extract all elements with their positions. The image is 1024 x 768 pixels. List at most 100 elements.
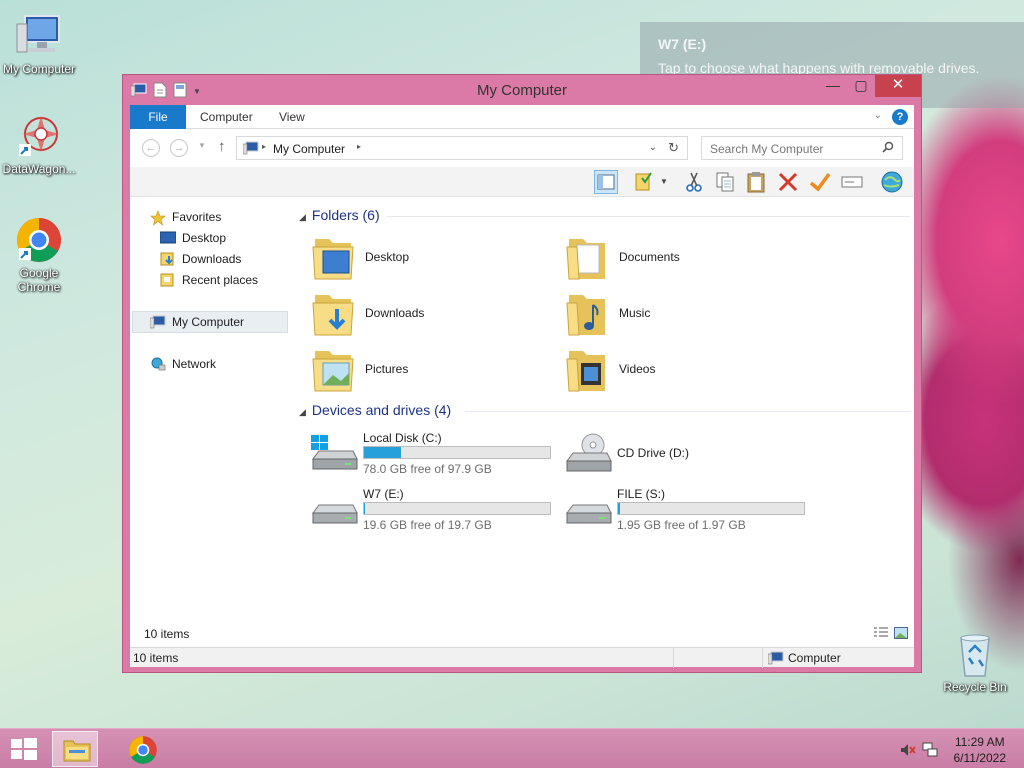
desktop-icon-label: DataWagon... [2, 162, 76, 176]
content-area: Favorites Desktop Downloads Recent place… [130, 197, 914, 647]
datawagon-icon [15, 112, 63, 160]
rename-icon[interactable] [840, 170, 864, 194]
command-toolbar: ▼ [130, 167, 914, 197]
videos-folder-icon [565, 345, 609, 395]
chrome-icon [15, 216, 63, 264]
drive-usage-bar [617, 502, 805, 515]
minimize-button[interactable]: — [819, 75, 847, 97]
item-count: 10 items [144, 627, 190, 641]
properties-dropdown-icon[interactable]: ▼ [660, 170, 684, 194]
navigation-pane: Favorites Desktop Downloads Recent place… [130, 197, 290, 617]
network-icon [150, 357, 166, 371]
tab-view[interactable]: View [279, 105, 305, 129]
desktop-icon-label: My Computer [2, 62, 76, 76]
globe-icon[interactable] [880, 170, 904, 194]
desktop-icon-label: Google Chrome [17, 266, 61, 294]
address-bar[interactable]: ▸ My Computer ▸ ⌄ ↻ [236, 136, 688, 160]
back-button[interactable]: ← [142, 139, 160, 157]
collapse-arrow-icon[interactable]: ◢ [299, 407, 306, 417]
paste-icon[interactable] [744, 170, 768, 194]
recent-places-icon [160, 273, 176, 287]
desktop-icon-label: Recycle Bin [943, 680, 1007, 694]
desktop-folder-icon [311, 233, 355, 283]
help-icon[interactable]: ? [892, 109, 908, 125]
properties-icon[interactable] [633, 170, 657, 194]
maximize-button[interactable]: ▢ [847, 75, 875, 97]
folder-downloads[interactable]: Downloads [311, 289, 551, 339]
forward-button[interactable]: → [170, 139, 188, 157]
volume-muted-icon[interactable] [900, 743, 916, 760]
drive-icon [563, 489, 613, 531]
up-button[interactable]: ↑ [218, 138, 226, 155]
breadcrumb-arrow-icon[interactable]: ▸ [262, 142, 266, 151]
drive-local-disk-c[interactable]: Local Disk (C:) 78.0 GB free of 97.9 GB [309, 431, 557, 477]
group-divider [465, 411, 910, 412]
folder-videos[interactable]: Videos [565, 345, 805, 395]
file-explorer-icon [63, 738, 91, 765]
copy-icon[interactable] [713, 170, 737, 194]
preview-pane-icon[interactable] [594, 170, 618, 194]
desktop-icon-recycle-bin[interactable]: Recycle Bin [936, 630, 1014, 694]
computer-icon [15, 12, 63, 60]
collapse-arrow-icon[interactable]: ◢ [299, 212, 306, 222]
refresh-icon[interactable]: ↻ [668, 140, 679, 156]
desktop-icon [159, 231, 177, 245]
title-bar[interactable]: ▼ My Computer — ▢ ✕ [123, 75, 921, 105]
computer-icon [149, 315, 166, 329]
recent-locations-icon[interactable]: ▼ [198, 141, 206, 150]
status-right: Computer [788, 651, 841, 665]
breadcrumb-arrow-icon[interactable]: ▸ [357, 142, 361, 151]
search-input[interactable]: Search My Computer [701, 136, 903, 160]
folder-music[interactable]: Music [565, 289, 805, 339]
taskbar-file-explorer[interactable] [52, 731, 98, 767]
network-tray-icon[interactable] [922, 742, 938, 761]
tab-computer[interactable]: Computer [200, 105, 253, 129]
drive-usage-bar [363, 502, 551, 515]
status-left: 10 items [133, 651, 179, 665]
recycle-bin-icon [951, 630, 999, 678]
checkmark-icon[interactable] [808, 170, 832, 194]
drive-icon [309, 489, 359, 531]
music-folder-icon [565, 289, 609, 339]
details-view-icon[interactable] [874, 627, 888, 642]
clock-date: 6/11/2022 [953, 751, 1007, 765]
star-icon [150, 210, 166, 226]
drive-w7-e[interactable]: W7 (E:) 19.6 GB free of 19.7 GB [309, 487, 557, 533]
clock-time: 11:29 AM [954, 735, 1005, 749]
clock[interactable]: 11:29 AM 6/11/2022 [954, 734, 1007, 766]
large-icons-view-icon[interactable] [894, 627, 908, 642]
folder-pictures[interactable]: Pictures [311, 345, 551, 395]
folder-documents[interactable]: Documents [565, 233, 805, 283]
ribbon-tabs: File Computer View ⌄ ? [130, 105, 914, 129]
cut-icon[interactable] [682, 170, 706, 194]
search-placeholder: Search My Computer [710, 142, 824, 156]
documents-folder-icon [565, 233, 609, 283]
start-button[interactable] [10, 737, 38, 761]
file-list: ◢Folders (6) Desktop Documents Download [295, 197, 914, 617]
taskbar-chrome[interactable] [120, 731, 166, 767]
expand-ribbon-icon[interactable]: ⌄ [874, 110, 882, 121]
windows-drive-icon [309, 433, 359, 475]
chrome-icon [128, 735, 158, 768]
drive-file-s[interactable]: FILE (S:) 1.95 GB free of 1.97 GB [563, 487, 811, 533]
pictures-folder-icon [311, 345, 355, 395]
tab-file[interactable]: File [130, 105, 186, 129]
search-icon [882, 141, 894, 156]
address-text: My Computer [273, 142, 346, 156]
downloads-icon [160, 252, 176, 266]
group-header-folders[interactable]: ◢ Folders (6) [299, 207, 380, 223]
group-header-devices[interactable]: ◢ Devices and drives (4) [299, 402, 451, 418]
address-dropdown-icon[interactable]: ⌄ [649, 142, 657, 153]
computer-icon [242, 141, 259, 158]
taskbar: 11:29 AM 6/11/2022 [0, 728, 1024, 768]
close-button[interactable]: ✕ [875, 75, 921, 97]
desktop-icon-my-computer[interactable]: My Computer [0, 12, 78, 76]
folder-desktop[interactable]: Desktop [311, 233, 551, 283]
drive-cd-d[interactable]: CD Drive (D:) [563, 431, 811, 477]
downloads-folder-icon [311, 289, 355, 339]
desktop-icon-datawagon[interactable]: DataWagon... [0, 112, 78, 176]
desktop-icon-chrome[interactable]: Google Chrome [0, 216, 78, 294]
delete-icon[interactable] [776, 170, 800, 194]
explorer-window[interactable]: ▼ My Computer — ▢ ✕ File Computer View ⌄… [122, 74, 922, 673]
window-title: My Computer [476, 82, 568, 99]
